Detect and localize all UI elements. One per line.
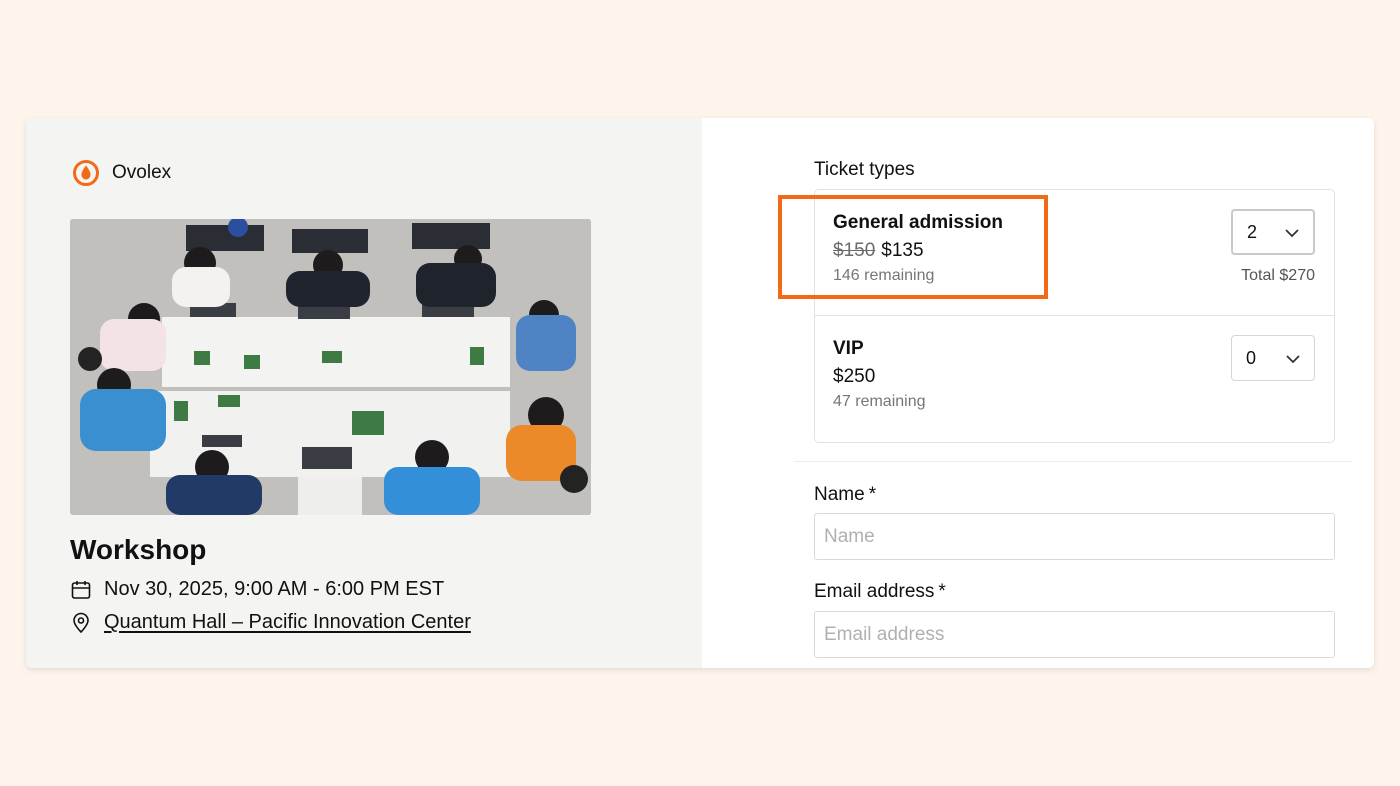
event-location-link[interactable]: Quantum Hall – Pacific Innovation Center bbox=[104, 611, 471, 634]
email-label-text: Email address bbox=[814, 581, 935, 602]
chevron-down-icon bbox=[1285, 222, 1299, 243]
brand: Ovolex bbox=[72, 159, 171, 187]
required-marker: * bbox=[938, 581, 946, 602]
name-label: Name * bbox=[814, 484, 876, 506]
quantity-select-vip[interactable]: 0 bbox=[1231, 335, 1315, 381]
event-card: Ovolex Workshop Nov 30, 2025, 9:00 AM - … bbox=[26, 118, 1374, 668]
ticket-original-price: $150 bbox=[833, 240, 876, 261]
event-datetime: Nov 30, 2025, 9:00 AM - 6:00 PM EST bbox=[104, 578, 445, 600]
ticket-price: $150 $135 bbox=[833, 240, 924, 262]
event-info-panel: Ovolex Workshop Nov 30, 2025, 9:00 AM - … bbox=[26, 118, 702, 668]
email-label: Email address * bbox=[814, 581, 946, 603]
name-input[interactable] bbox=[814, 513, 1335, 560]
ticket-remaining: 146 remaining bbox=[833, 267, 935, 284]
section-divider bbox=[794, 461, 1352, 462]
required-marker: * bbox=[868, 484, 877, 505]
ticket-discounted-price: $135 bbox=[881, 240, 924, 261]
brand-name: Ovolex bbox=[112, 162, 172, 183]
ticket-general-admission: General admission $150 $135 146 remaining… bbox=[815, 190, 1334, 316]
email-input[interactable] bbox=[814, 611, 1335, 658]
ticket-total: Total $270 bbox=[1241, 267, 1315, 284]
registration-panel: Ticket types General admission $150 $135 … bbox=[702, 118, 1374, 668]
event-location-row: Quantum Hall – Pacific Innovation Center bbox=[70, 611, 471, 634]
ticket-vip: VIP $250 47 remaining 0 bbox=[815, 316, 1334, 442]
ticket-remaining: 47 remaining bbox=[833, 393, 926, 410]
ticket-types-heading: Ticket types bbox=[814, 159, 915, 180]
event-date-row: Nov 30, 2025, 9:00 AM - 6:00 PM EST bbox=[70, 578, 444, 601]
quantity-select-general[interactable]: 2 bbox=[1231, 209, 1315, 255]
flame-logo-icon bbox=[72, 159, 100, 187]
location-pin-icon bbox=[70, 612, 92, 634]
ticket-price: $250 bbox=[833, 366, 876, 387]
chevron-down-icon bbox=[1286, 348, 1300, 369]
ticket-list: General admission $150 $135 146 remaining… bbox=[814, 189, 1335, 443]
quantity-value: 0 bbox=[1246, 347, 1257, 368]
name-label-text: Name bbox=[814, 484, 865, 505]
calendar-icon bbox=[70, 579, 92, 601]
event-title: Workshop bbox=[70, 534, 207, 565]
ticket-name: General admission bbox=[833, 212, 1004, 233]
quantity-value: 2 bbox=[1247, 221, 1258, 242]
event-image bbox=[70, 219, 591, 515]
ticket-name: VIP bbox=[833, 338, 864, 359]
